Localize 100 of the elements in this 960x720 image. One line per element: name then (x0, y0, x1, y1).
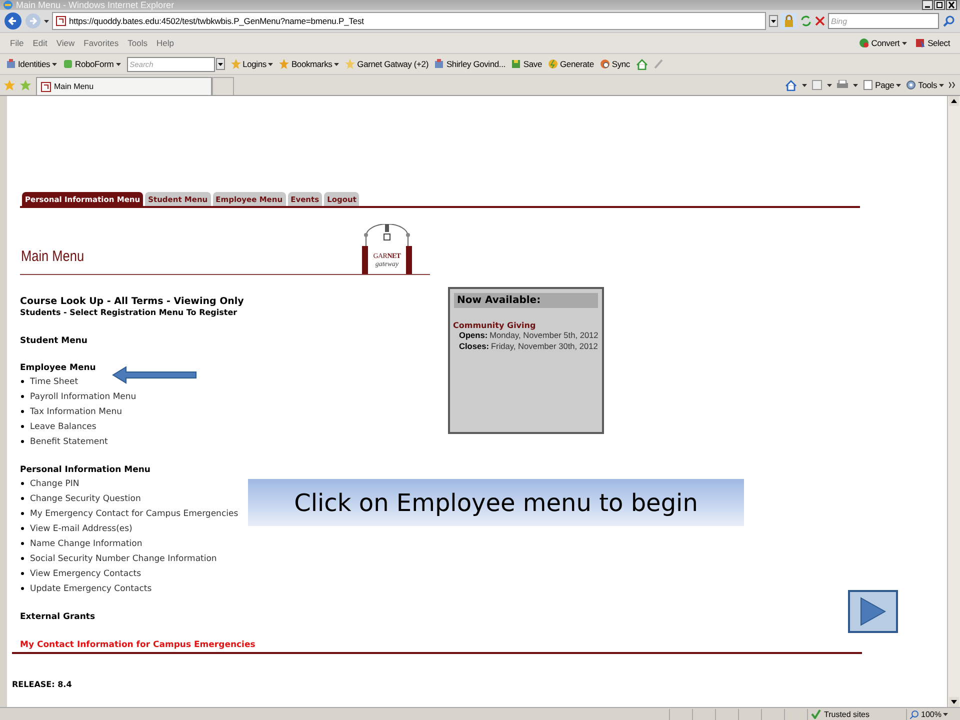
caret-icon[interactable] (802, 84, 808, 86)
toolbar-button[interactable]: Logins (230, 59, 274, 69)
bullet-icon (21, 482, 24, 485)
page-icon (41, 82, 51, 92)
menu-item[interactable]: Edit (32, 38, 48, 48)
menu-item[interactable]: Favorites (84, 38, 119, 48)
caret-icon[interactable] (827, 84, 832, 86)
back-icon[interactable] (4, 12, 22, 30)
arrow-icon (112, 366, 198, 384)
caret-icon[interactable] (52, 62, 58, 66)
caret-icon[interactable] (902, 42, 907, 44)
status-zone: Trusted sites (807, 708, 906, 720)
caret-icon[interactable] (896, 84, 902, 86)
favorites-star-icon[interactable] (4, 80, 15, 90)
pillar-icon (362, 246, 368, 274)
menu-link[interactable]: Benefit Statement (30, 436, 108, 446)
toolbar-button[interactable]: Convert (859, 38, 907, 48)
toolbar-button[interactable]: Page (863, 80, 902, 90)
bullet-icon (21, 512, 24, 515)
star-icon (279, 59, 290, 69)
instruction-banner: Click on Employee menu to begin (248, 479, 744, 526)
menu-item[interactable]: Tools (128, 38, 148, 48)
lightning-icon (548, 59, 558, 69)
caret-icon[interactable] (853, 84, 858, 86)
close-icon[interactable] (946, 0, 957, 10)
section-link[interactable]: Employee Menu (20, 362, 448, 374)
date-value: Friday, November 30th, 2012 (490, 341, 598, 351)
bullet-icon (21, 410, 24, 413)
toolbar-button[interactable]: RoboForm (63, 59, 121, 69)
menu-item[interactable]: File (10, 38, 24, 48)
menu-link[interactable]: Change Security Question (30, 494, 141, 504)
cursor-icon (916, 38, 926, 48)
notice-text: Students - Select Registration Menu To Register (20, 308, 238, 317)
gear-icon (906, 80, 916, 90)
bullet-icon (21, 395, 24, 398)
toolbar-button[interactable]: Select (916, 38, 950, 48)
scroll-up-icon[interactable] (949, 96, 959, 106)
menu-link[interactable]: Change PIN (30, 478, 80, 488)
caret-icon[interactable] (943, 712, 948, 716)
date-value: Monday, November 5th, 2012 (490, 330, 598, 340)
search-icon[interactable] (942, 14, 956, 28)
toolbar-button[interactable]: Save (511, 59, 542, 69)
home-icon[interactable] (636, 58, 648, 70)
minimize-icon[interactable] (922, 0, 933, 10)
zoom-control[interactable]: 100% (906, 708, 960, 720)
caret-icon[interactable] (334, 62, 340, 66)
browser-tab[interactable]: Main Menu (36, 77, 212, 95)
toolbar-button[interactable]: Shirley Govind... (434, 59, 506, 69)
menu-link[interactable]: Time Sheet (30, 376, 78, 386)
home-icon[interactable] (785, 80, 798, 90)
caret-icon[interactable] (268, 62, 274, 66)
contact-link[interactable]: My Contact Information for Campus Emergencies (20, 640, 448, 650)
menu-link[interactable]: Social Security Number Change Information (30, 554, 217, 564)
star-icon (230, 59, 241, 69)
date-label: Opens: (459, 330, 488, 340)
bullet-icon (21, 440, 24, 443)
event-link[interactable]: Community Giving (453, 321, 598, 330)
menu-link[interactable]: Tax Information Menu (30, 406, 122, 416)
menu-item[interactable]: Help (156, 38, 174, 48)
refresh-icon[interactable] (800, 15, 812, 27)
scrollbar[interactable] (947, 96, 960, 707)
section-link[interactable]: External Grants (20, 611, 448, 623)
section-link[interactable]: Personal Information Menu (20, 464, 448, 476)
bullet-icon (21, 425, 24, 428)
menu-link[interactable]: View E-mail Address(es) (30, 524, 132, 534)
bullet-icon (21, 587, 24, 590)
caret-icon[interactable] (939, 84, 944, 86)
scroll-down-icon[interactable] (949, 697, 959, 707)
print-icon[interactable] (837, 80, 848, 90)
address-field[interactable]: https://quoddy.bates.edu:4502/test/twbkwbis.P_GenMenu?name=bmenu.P_Test (52, 12, 766, 30)
chevron-icon[interactable] (949, 82, 956, 88)
notice-text: Course Look Up - All Terms - Viewing Only (20, 296, 245, 308)
toolbar-button[interactable]: Tools (906, 80, 944, 90)
menu-item[interactable]: View (56, 38, 75, 48)
toolbar-button[interactable]: Sync (600, 59, 630, 69)
maximize-icon[interactable] (934, 0, 945, 10)
caret-icon[interactable] (44, 20, 49, 22)
page-heading: Main Menu (21, 248, 84, 265)
menu-link[interactable]: Payroll Information Menu (30, 392, 136, 402)
menu-link[interactable]: Leave Balances (30, 422, 96, 432)
toolbar-button[interactable]: Generate (548, 59, 594, 69)
menu-link[interactable]: Update Emergency Contacts (30, 584, 152, 594)
bullet-icon (21, 572, 24, 575)
caret-icon[interactable] (116, 62, 121, 66)
dropdown-icon[interactable] (769, 15, 778, 27)
toolbar-button[interactable]: Identities (6, 59, 58, 69)
bullet-icon (21, 497, 24, 500)
search-field[interactable]: Bing (828, 13, 939, 29)
toolbar-button[interactable]: Garnet Gatway (+2) (345, 59, 428, 69)
menu-link[interactable]: Name Change Information (30, 538, 142, 548)
release-text: RELEASE: 8.4 (12, 680, 73, 689)
magnifier-icon (910, 710, 919, 718)
menu-link[interactable]: My Emergency Contact for Campus Emergencies (30, 508, 238, 518)
section-link[interactable]: Student Menu (20, 335, 448, 347)
menu-link[interactable]: View Emergency Contacts (30, 568, 142, 578)
date-label: Closes: (459, 341, 489, 351)
check-icon (811, 709, 821, 719)
toolbar-button[interactable]: Bookmarks (279, 59, 340, 69)
dropdown-icon[interactable] (216, 58, 225, 70)
next-button[interactable] (848, 590, 898, 633)
